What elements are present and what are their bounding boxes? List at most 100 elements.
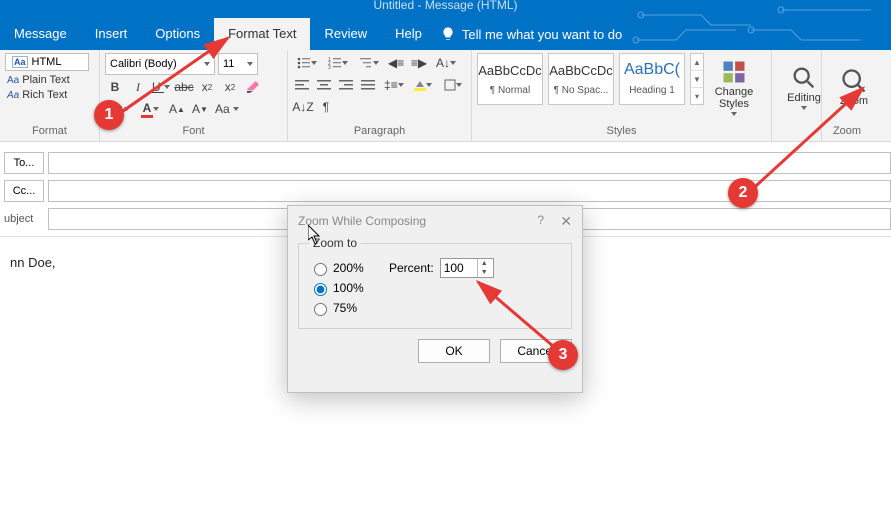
group-format: AaHTML AaPlain Text AaRich Text Format	[0, 50, 100, 142]
tab-format-text[interactable]: Format Text	[214, 18, 310, 50]
numbering-icon: 123	[328, 56, 342, 70]
to-input[interactable]	[48, 152, 891, 174]
chevron-down-icon	[311, 61, 317, 65]
to-button[interactable]: To...	[4, 152, 44, 174]
ribbon: AaHTML AaPlain Text AaRich Text Format C…	[0, 50, 891, 142]
italic-button[interactable]: I	[128, 77, 148, 97]
tellme-search[interactable]: Tell me what you want to do	[440, 26, 622, 42]
chevron-down-icon	[342, 61, 348, 65]
zoom-radio-75[interactable]: 75%	[309, 298, 389, 318]
style-normal[interactable]: AaBbCcDc ¶ Normal	[477, 53, 543, 105]
chevron-down-icon	[731, 112, 737, 116]
spin-down-icon: ▼	[478, 268, 491, 277]
increase-indent-button[interactable]: ≡▶	[409, 53, 429, 73]
dialog-titlebar: Zoom While Composing ? ✕	[288, 206, 582, 236]
dialog-help-button[interactable]: ?	[537, 213, 544, 227]
border-icon	[444, 79, 456, 91]
window-title-bar: Untitled - Message (HTML)	[0, 0, 891, 18]
sort-button[interactable]: A↓	[432, 53, 460, 73]
tab-insert[interactable]: Insert	[81, 18, 142, 50]
zoom-icon	[840, 67, 868, 95]
zoom-radio-200[interactable]: 200%	[309, 258, 389, 278]
tab-message[interactable]: Message	[0, 18, 81, 50]
format-rich-button[interactable]: AaRich Text	[5, 89, 94, 101]
align-right-icon	[339, 78, 353, 92]
lightbulb-icon	[440, 26, 456, 42]
shrink-font-button[interactable]: A▼	[190, 99, 210, 119]
spin-up-icon: ▲	[478, 259, 491, 268]
tellme-text: Tell me what you want to do	[462, 27, 622, 42]
justify-icon	[361, 78, 375, 92]
font-name-select[interactable]: Calibri (Body)	[105, 53, 215, 75]
tab-review[interactable]: Review	[310, 18, 381, 50]
style-no-spacing[interactable]: AaBbCcDc ¶ No Spac...	[548, 53, 614, 105]
group-zoom: Zoom Zoom	[822, 50, 872, 142]
format-plain-button[interactable]: AaPlain Text	[5, 74, 94, 86]
change-case-button[interactable]: Aa	[213, 99, 241, 119]
align-right-button[interactable]	[337, 75, 356, 95]
align-center-button[interactable]	[315, 75, 334, 95]
sort-asc-button[interactable]: A↓Z	[293, 97, 313, 117]
align-left-button[interactable]	[293, 75, 312, 95]
chevron-down-icon	[801, 106, 807, 110]
align-left-icon	[295, 78, 309, 92]
tab-options[interactable]: Options	[141, 18, 214, 50]
zoom-dialog: Zoom While Composing ? ✕ Zoom to 200% 10…	[287, 205, 583, 393]
annotation-badge-3: 3	[548, 340, 578, 370]
group-label-zoom: Zoom	[827, 124, 867, 142]
window-title: Untitled - Message (HTML)	[373, 0, 517, 12]
tab-help[interactable]: Help	[381, 18, 436, 50]
dialog-close-button[interactable]: ✕	[560, 213, 572, 230]
chevron-down-icon	[426, 83, 432, 87]
dialog-title: Zoom While Composing	[298, 214, 426, 228]
chevron-down-icon	[153, 107, 159, 111]
multilevel-icon	[359, 56, 373, 70]
numbering-button[interactable]: 123	[324, 53, 352, 73]
cc-button[interactable]: Cc...	[4, 180, 44, 202]
styles-gallery-scroll[interactable]: ▲ ▼ ▾	[690, 53, 704, 105]
change-styles-icon	[720, 58, 748, 86]
shading-button[interactable]	[410, 75, 436, 95]
group-label-editing	[777, 124, 816, 142]
aa-italic-icon: Aa	[7, 90, 19, 101]
chevron-down-icon	[450, 61, 456, 65]
clear-format-button[interactable]	[243, 77, 263, 97]
percent-label: Percent:	[389, 261, 434, 275]
chevron-down-icon	[373, 61, 379, 65]
group-styles: AaBbCcDc ¶ Normal AaBbCcDc ¶ No Spac... …	[472, 50, 772, 142]
show-marks-button[interactable]: ¶	[316, 97, 336, 117]
chevron-down-icon	[204, 62, 210, 66]
percent-spinner[interactable]: ▲▼	[440, 258, 494, 278]
chevron-down-icon: ▼	[691, 71, 703, 88]
multilevel-button[interactable]	[355, 53, 383, 73]
justify-button[interactable]	[359, 75, 378, 95]
align-center-icon	[317, 78, 331, 92]
decrease-indent-button[interactable]: ◀≡	[386, 53, 406, 73]
superscript-button[interactable]: x2	[220, 77, 240, 97]
chevron-down-icon	[233, 107, 239, 111]
bullets-button[interactable]	[293, 53, 321, 73]
cc-input[interactable]	[48, 180, 891, 202]
font-color-button[interactable]: A	[136, 99, 164, 119]
subscript-button[interactable]: x2	[197, 77, 217, 97]
ok-button[interactable]: OK	[418, 339, 490, 363]
strike-button[interactable]: abc	[174, 77, 194, 97]
grow-font-button[interactable]: A▲	[167, 99, 187, 119]
borders-button[interactable]	[440, 75, 466, 95]
zoom-button[interactable]: Zoom	[827, 53, 881, 121]
zoom-radio-100[interactable]: 100%	[309, 278, 389, 298]
line-spacing-button[interactable]: ‡≡	[381, 75, 407, 95]
spinner-buttons[interactable]: ▲▼	[477, 259, 491, 277]
change-styles-button[interactable]: Change Styles	[707, 53, 761, 121]
menu-bar: Message Insert Options Format Text Revie…	[0, 18, 891, 50]
chevron-down-icon	[456, 83, 462, 87]
fieldset-legend: Zoom to	[309, 236, 361, 250]
font-size-select[interactable]: 11	[218, 53, 258, 75]
format-html-button[interactable]: AaHTML	[5, 53, 89, 71]
eraser-icon	[245, 79, 261, 95]
bucket-icon	[414, 79, 426, 91]
underline-button[interactable]: U	[151, 77, 171, 97]
percent-input[interactable]	[441, 261, 477, 275]
bold-button[interactable]: B	[105, 77, 125, 97]
style-heading1[interactable]: AaBbC( Heading 1	[619, 53, 685, 105]
